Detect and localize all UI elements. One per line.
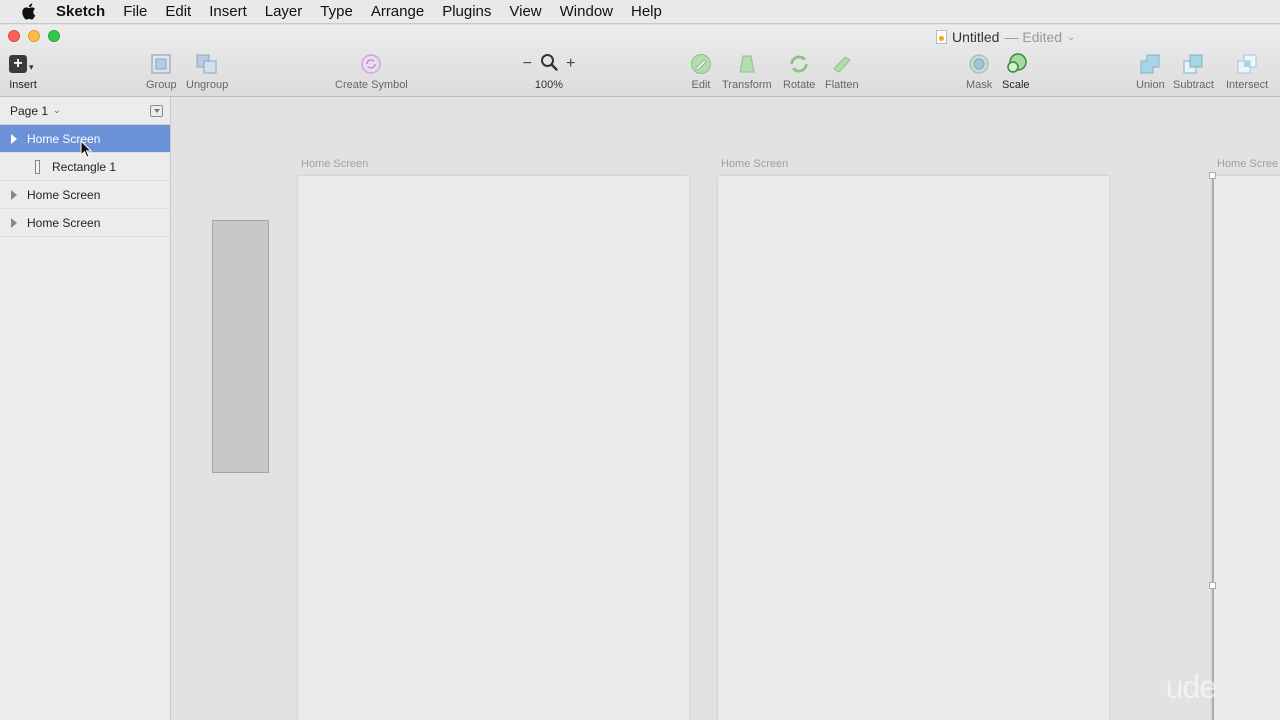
rectangle-1-shape[interactable] [212, 220, 269, 473]
page-selector[interactable]: Page 1 ⌄ [0, 97, 170, 125]
menu-file[interactable]: File [114, 0, 156, 24]
intersect-button[interactable]: Intersect [1226, 53, 1268, 91]
window-toolbar: Untitled — Edited ⌄ + ▾ Insert Group Ungr… [0, 25, 1280, 97]
edit-icon [690, 53, 712, 75]
menu-edit[interactable]: Edit [156, 0, 200, 24]
menu-window[interactable]: Window [551, 0, 622, 24]
zoom-control: − + 100% [518, 53, 580, 91]
menu-bar: Sketch File Edit Insert Layer Type Arran… [0, 0, 1280, 24]
disclosure-triangle-icon[interactable] [11, 134, 17, 144]
artboard-home-screen-3[interactable] [1212, 176, 1280, 720]
scale-label: Scale [1002, 79, 1030, 91]
menu-view[interactable]: View [500, 0, 550, 24]
canvas[interactable]: Home Screen Home Screen Home Scree ude [172, 97, 1280, 720]
insert-icon: + ▾ [9, 53, 37, 75]
menu-type[interactable]: Type [311, 0, 362, 24]
resize-handle[interactable] [1209, 582, 1216, 589]
layers-sidebar: Page 1 ⌄ Home Screen Rectangle 1 Home Sc… [0, 97, 171, 720]
layer-name: Home Screen [27, 215, 101, 230]
layer-home-screen-2[interactable]: Home Screen [0, 181, 170, 209]
layer-name: Home Screen [27, 187, 101, 202]
transform-label: Transform [722, 79, 772, 91]
subtract-label: Subtract [1173, 79, 1214, 91]
menu-help[interactable]: Help [622, 0, 671, 24]
insert-button[interactable]: + ▾ Insert [9, 53, 37, 91]
scale-icon [1005, 53, 1027, 75]
rectangle-layer-icon [35, 160, 40, 174]
disclosure-triangle-icon[interactable] [11, 190, 17, 200]
union-label: Union [1136, 79, 1165, 91]
edit-button[interactable]: Edit [690, 53, 712, 91]
intersect-icon [1236, 53, 1258, 75]
group-icon [150, 53, 172, 75]
group-button[interactable]: Group [146, 53, 177, 91]
mask-icon [968, 53, 990, 75]
flatten-label: Flatten [825, 79, 859, 91]
subtract-button[interactable]: Subtract [1173, 53, 1214, 91]
menu-insert[interactable]: Insert [200, 0, 256, 24]
artboard-label[interactable]: Home Screen [301, 158, 368, 170]
mask-button[interactable]: Mask [966, 53, 992, 91]
window-controls [8, 30, 60, 42]
transform-button[interactable]: Transform [722, 53, 772, 91]
mouse-pointer-icon [80, 139, 93, 163]
intersect-label: Intersect [1226, 79, 1269, 91]
union-icon [1139, 53, 1161, 75]
flatten-icon [831, 53, 853, 75]
close-window-button[interactable] [8, 30, 20, 42]
menu-arrange[interactable]: Arrange [362, 0, 433, 24]
menu-layer[interactable]: Layer [256, 0, 312, 24]
rotate-label: Rotate [783, 79, 816, 91]
disclosure-triangle-icon[interactable] [11, 218, 17, 228]
mask-label: Mask [966, 79, 993, 91]
apple-menu-icon[interactable] [0, 3, 56, 20]
document-title[interactable]: Untitled — Edited ⌄ [936, 28, 1075, 46]
page-name: Page 1 [10, 103, 49, 118]
subtract-icon [1182, 53, 1204, 75]
ungroup-icon [196, 53, 218, 75]
page-chevron-icon: ⌄ [53, 105, 61, 115]
flatten-button[interactable]: Flatten [825, 53, 859, 91]
artboard-label[interactable]: Home Screen [721, 158, 788, 170]
rotate-icon [788, 53, 810, 75]
artboard-home-screen-2[interactable] [718, 176, 1109, 720]
zoom-window-button[interactable] [48, 30, 60, 42]
rotate-button[interactable]: Rotate [783, 53, 815, 91]
document-status: — Edited [1004, 29, 1063, 45]
create-symbol-icon [360, 53, 382, 75]
menu-app-sketch[interactable]: Sketch [56, 0, 114, 24]
union-button[interactable]: Union [1136, 53, 1165, 91]
transform-icon [736, 53, 758, 75]
title-chevron-icon: ⌄ [1067, 31, 1076, 43]
create-symbol-button[interactable]: Create Symbol [335, 53, 408, 91]
zoom-out-button[interactable]: − [523, 55, 532, 73]
create-symbol-label: Create Symbol [335, 79, 408, 91]
resize-handle[interactable] [1209, 172, 1216, 179]
group-label: Group [146, 79, 177, 91]
ungroup-button[interactable]: Ungroup [186, 53, 228, 91]
scale-button[interactable]: Scale [1002, 53, 1030, 91]
edit-label: Edit [691, 79, 711, 91]
collapse-layers-icon[interactable] [150, 105, 163, 117]
insert-label: Insert [9, 79, 37, 91]
zoom-level: 100% [534, 79, 564, 91]
document-name: Untitled [952, 29, 1000, 45]
minimize-window-button[interactable] [28, 30, 40, 42]
zoom-in-button[interactable]: + [566, 55, 575, 73]
artboard-home-screen-1[interactable] [298, 176, 689, 720]
ungroup-label: Ungroup [186, 79, 229, 91]
watermark: ude [1165, 669, 1217, 705]
menu-plugins[interactable]: Plugins [433, 0, 500, 24]
artboard-label[interactable]: Home Scree [1217, 158, 1278, 170]
layer-home-screen-3[interactable]: Home Screen [0, 209, 170, 237]
sketch-document-icon [936, 30, 947, 44]
zoom-magnifier-icon [540, 53, 558, 76]
